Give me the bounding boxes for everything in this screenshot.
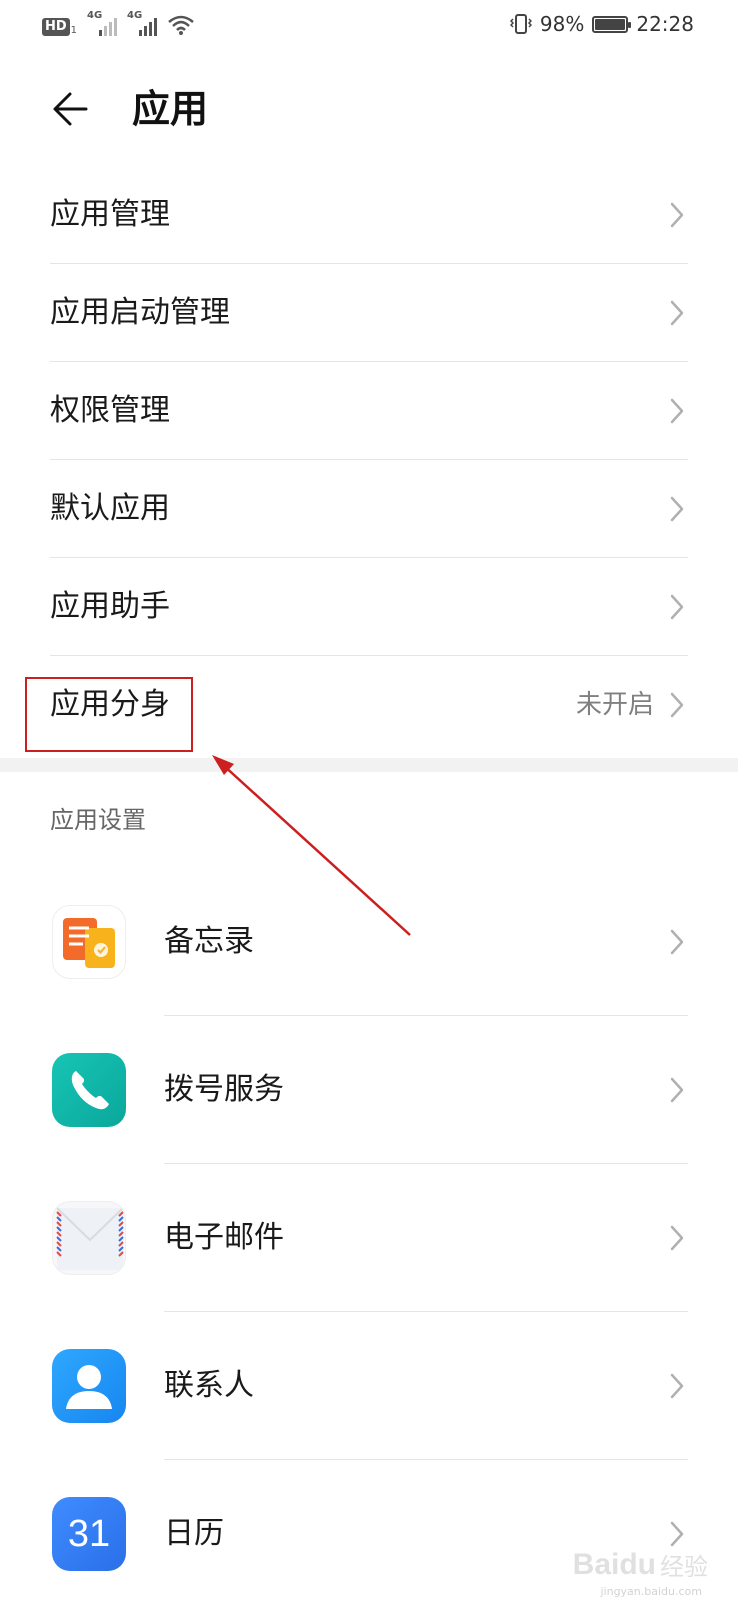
email-icon	[52, 1201, 126, 1275]
menu-item-app-assistant[interactable]: 应用助手	[0, 558, 738, 656]
section-divider	[0, 758, 738, 772]
menu-item-label: 应用管理	[50, 197, 170, 232]
signal-icon-sim2: 4G	[127, 10, 158, 36]
chevron-right-icon	[670, 1373, 684, 1399]
menu-item-startup-management[interactable]: 应用启动管理	[0, 264, 738, 362]
chevron-right-icon	[670, 496, 684, 522]
menu-item-label: 权限管理	[50, 393, 170, 428]
signal-icon-sim1: 4G	[87, 10, 118, 36]
vibrate-icon	[509, 14, 532, 34]
app-item-notepad[interactable]: 备忘录	[0, 868, 738, 1016]
back-arrow-icon[interactable]	[46, 84, 96, 134]
watermark-url: jingyan.baidu.com	[600, 1585, 702, 1598]
section-title: 应用设置	[50, 806, 146, 834]
calendar-icon-date: 31	[67, 1512, 111, 1555]
menu-item-label: 应用助手	[50, 589, 170, 624]
menu-item-label: 默认应用	[50, 491, 170, 526]
highlight-box	[25, 677, 193, 752]
status-bar: HD 1 4G 4G 98% 22:28	[0, 0, 738, 52]
chevron-right-icon	[670, 594, 684, 620]
chevron-right-icon	[670, 1521, 684, 1547]
app-menu-list: 应用管理 应用启动管理 权限管理 默认应用 应用助手 应用分身 未开启	[0, 166, 738, 754]
app-twin-status: 未开启	[575, 690, 654, 720]
hd-call-icon: HD 1	[42, 18, 77, 36]
battery-fill	[595, 18, 625, 30]
menu-item-app-management[interactable]: 应用管理	[0, 166, 738, 264]
app-item-contacts[interactable]: 联系人	[0, 1312, 738, 1460]
clock: 22:28	[636, 12, 694, 36]
app-item-label: 备忘录	[164, 924, 254, 959]
app-header: 应用	[0, 70, 738, 150]
status-right: 98% 22:28	[509, 12, 694, 36]
baidu-watermark: Baidu 经验	[573, 1547, 708, 1582]
chevron-right-icon	[670, 929, 684, 955]
chevron-right-icon	[670, 1225, 684, 1251]
app-item-label: 电子邮件	[164, 1220, 284, 1255]
watermark-cn: 经验	[660, 1553, 708, 1581]
notepad-icon	[52, 905, 126, 979]
wifi-icon	[168, 15, 194, 35]
app-item-label: 联系人	[164, 1368, 254, 1403]
watermark-brand: Baidu	[572, 1547, 656, 1581]
app-item-dialer[interactable]: 拨号服务	[0, 1016, 738, 1164]
hd-sub-label: 1	[70, 25, 78, 36]
menu-item-default-apps[interactable]: 默认应用	[0, 460, 738, 558]
app-item-label: 日历	[164, 1516, 224, 1551]
page-title: 应用	[132, 87, 209, 131]
phone-icon	[52, 1053, 126, 1127]
chevron-right-icon	[670, 398, 684, 424]
battery-percent: 98%	[539, 12, 585, 36]
chevron-right-icon	[670, 1077, 684, 1103]
menu-item-permission-management[interactable]: 权限管理	[0, 362, 738, 460]
menu-item-label: 应用启动管理	[50, 295, 230, 330]
calendar-icon: 31	[52, 1497, 126, 1571]
contacts-icon	[52, 1349, 126, 1423]
app-item-email[interactable]: 电子邮件	[0, 1164, 738, 1312]
status-left: HD 1 4G 4G	[42, 10, 195, 36]
chevron-right-icon	[670, 300, 684, 326]
chevron-right-icon	[670, 202, 684, 228]
app-item-label: 拨号服务	[164, 1072, 284, 1107]
chevron-right-icon	[670, 692, 684, 718]
battery-icon	[592, 15, 632, 33]
hd-label: HD	[42, 18, 70, 36]
app-settings-list: 备忘录 拨号服务 电子邮件 联系人 31 日历	[0, 868, 738, 1608]
